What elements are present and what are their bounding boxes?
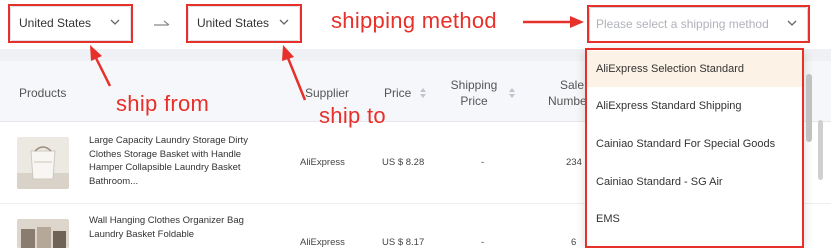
product-image[interactable] xyxy=(17,137,69,189)
header-supplier: Supplier xyxy=(305,86,350,100)
product-image[interactable] xyxy=(17,219,69,248)
dropdown-scrollbar[interactable] xyxy=(806,74,812,142)
shipping-option[interactable]: Cainiao Standard For Special Goods xyxy=(587,126,802,162)
shipping-option[interactable]: AliExpress Selection Standard xyxy=(587,51,802,87)
header-price[interactable]: Price xyxy=(384,85,411,101)
shipping-price-cell: - xyxy=(481,237,485,248)
shipping-option[interactable]: EMS xyxy=(587,201,802,237)
ship-from-highlight xyxy=(8,4,133,43)
shipping-method-dropdown[interactable]: AliExpress Selection Standard AliExpress… xyxy=(585,48,804,248)
product-name[interactable]: Wall Hanging Clothes Organizer Bag Laund… xyxy=(89,214,249,241)
header-shipping-line2: Price xyxy=(460,94,488,108)
arrow-right-icon xyxy=(153,17,171,29)
sort-icon[interactable] xyxy=(509,87,515,99)
header-shipping-line1: Shipping xyxy=(450,78,498,92)
page-scrollbar[interactable] xyxy=(818,120,823,180)
sale-number-cell: 6 xyxy=(571,237,577,248)
supplier-cell: AliExpress xyxy=(300,157,345,168)
shipping-option[interactable]: AliExpress Standard Shipping xyxy=(587,88,802,124)
ship-to-annotation: ship to xyxy=(319,103,386,128)
ship-to-highlight xyxy=(186,4,302,43)
header-shipping-price[interactable]: Shipping Price xyxy=(450,77,498,109)
supplier-cell: AliExpress xyxy=(300,237,345,248)
price-cell: US $ 8.17 xyxy=(382,237,425,248)
shipping-price-cell: - xyxy=(481,157,485,168)
sale-number-cell: 234 xyxy=(566,157,582,168)
product-name[interactable]: Large Capacity Laundry Storage Dirty Clo… xyxy=(89,134,249,188)
shipping-option[interactable]: Cainiao Standard - SG Air xyxy=(587,164,802,200)
shipping-method-highlight xyxy=(587,5,810,43)
price-cell: US $ 8.28 xyxy=(382,157,425,168)
sort-icon[interactable] xyxy=(420,87,426,99)
header-products: Products xyxy=(19,86,67,100)
ship-from-annotation: ship from xyxy=(116,91,210,116)
shipping-method-annotation: shipping method xyxy=(331,8,497,33)
